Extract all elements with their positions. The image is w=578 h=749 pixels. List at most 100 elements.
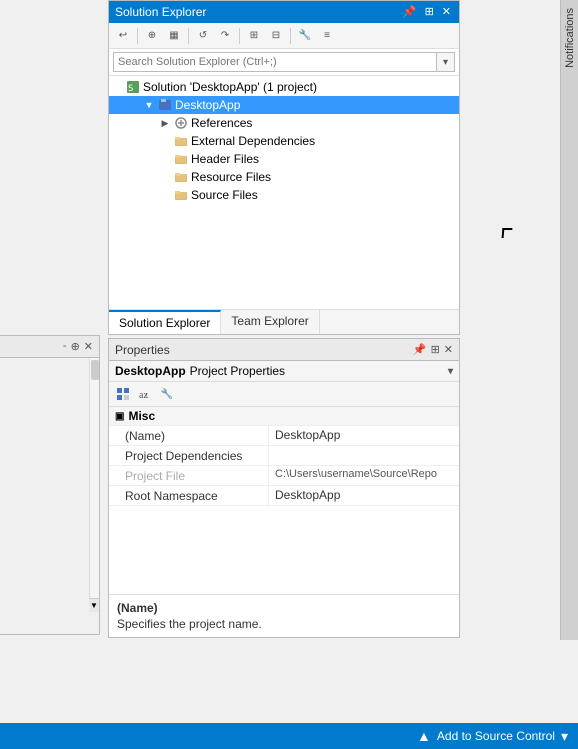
solution-icon: S <box>125 79 141 95</box>
filter-button[interactable]: ⊟ <box>266 26 286 46</box>
props-pin-btn[interactable]: 📌 <box>413 343 427 356</box>
properties-titlebar-btns: 📌 ⊞ ✕ <box>413 343 453 356</box>
solution-explorer-tabs: Solution Explorer Team Explorer <box>109 309 459 334</box>
prop-value-name: DesktopApp <box>269 426 459 445</box>
misc-collapse-icon[interactable]: ▣ <box>115 411 124 422</box>
prop-desc-title: (Name) <box>117 601 451 615</box>
left-panel: - ⊕ ✕ ▲ ▼ <box>0 335 100 635</box>
source-files-label: Source Files <box>191 188 258 202</box>
alphabetical-view-btn[interactable]: az ↕ <box>135 384 155 404</box>
solution-explorer-title: Solution Explorer <box>115 5 401 19</box>
prop-desc-text: Specifies the project name. <box>117 617 451 631</box>
search-input[interactable] <box>113 52 437 72</box>
close-button[interactable]: ✕ <box>440 7 453 18</box>
misc-section-header: ▣ Misc <box>109 407 459 426</box>
external-deps-expander <box>157 133 173 149</box>
resource-files-label: Resource Files <box>191 170 271 184</box>
project-icon <box>157 97 173 113</box>
tab-solution-explorer[interactable]: Solution Explorer <box>109 310 221 334</box>
prop-value-file: C:\Users\username\Source\Repo <box>269 466 459 485</box>
scrollbar-thumb[interactable] <box>91 360 99 380</box>
toolbar-sep-1 <box>137 28 138 44</box>
references-icon <box>173 115 189 131</box>
prop-name-label-namespace: Root Namespace <box>109 486 269 505</box>
pin-button[interactable]: 📌 <box>401 7 419 18</box>
props-dock-btn[interactable]: ⊞ <box>431 343 440 356</box>
status-arrow-up: ▲ <box>417 728 431 744</box>
properties-title: Properties <box>115 343 170 357</box>
properties-dropdown-arrow[interactable]: ▾ <box>448 366 453 377</box>
prop-value-deps <box>269 446 459 465</box>
search-icon-btn[interactable]: ▾ <box>437 52 455 72</box>
settings-button[interactable]: 🔧 <box>295 26 315 46</box>
titlebar-buttons: 📌 ⊞ ✕ <box>401 7 453 18</box>
resource-files-expander <box>157 169 173 185</box>
refresh-button[interactable]: ↩ <box>113 26 133 46</box>
left-panel-pin-btn[interactable]: ⊕ <box>71 340 80 353</box>
resource-files-node[interactable]: Resource Files <box>109 168 459 186</box>
scroll-down-btn[interactable]: ▼ <box>89 598 99 612</box>
solution-explorer-panel: Solution Explorer 📌 ⊞ ✕ ↩ ⊕ ▦ ↺ ↷ ⊞ ⊟ 🔧 … <box>108 0 460 335</box>
add-source-label[interactable]: Add to Source Control <box>437 729 555 743</box>
toolbar-sep-4 <box>290 28 291 44</box>
prop-value-namespace: DesktopApp <box>269 486 459 505</box>
source-files-node[interactable]: Source Files <box>109 186 459 204</box>
prop-row-name[interactable]: (Name) DesktopApp <box>109 426 459 446</box>
notifications-sidebar: Notifications <box>560 0 578 640</box>
project-expander[interactable]: ▼ <box>141 97 157 113</box>
prop-name-label-file: Project File <box>109 466 269 485</box>
external-deps-node[interactable]: External Dependencies <box>109 132 459 150</box>
references-expander[interactable]: ▶ <box>157 115 173 131</box>
solution-explorer-titlebar: Solution Explorer 📌 ⊞ ✕ <box>109 1 459 23</box>
misc-section-label: Misc <box>128 409 155 423</box>
left-scrollbar <box>89 358 99 612</box>
header-files-node[interactable]: Header Files <box>109 150 459 168</box>
props-close-btn[interactable]: ✕ <box>444 343 453 356</box>
property-pages-btn[interactable]: 🔧 <box>157 384 177 404</box>
header-files-folder-icon <box>173 151 189 167</box>
status-bar-content: ▲ Add to Source Control ▾ <box>417 728 568 745</box>
solution-node[interactable]: S Solution 'DesktopApp' (1 project) <box>109 78 459 96</box>
project-label: DesktopApp <box>175 98 240 112</box>
project-node[interactable]: ▼ DesktopApp <box>109 96 459 114</box>
undo-button[interactable]: ↺ <box>193 26 213 46</box>
redo-button[interactable]: ↷ <box>215 26 235 46</box>
references-node[interactable]: ▶ References <box>109 114 459 132</box>
left-panel-close-btn[interactable]: ✕ <box>84 340 93 353</box>
status-arrow-down: ▾ <box>561 728 568 745</box>
properties-titlebar: Properties 📌 ⊞ ✕ <box>109 339 459 361</box>
prop-row-file[interactable]: Project File C:\Users\username\Source\Re… <box>109 466 459 486</box>
solution-tree: S Solution 'DesktopApp' (1 project) ▼ De… <box>109 76 459 309</box>
resource-files-folder-icon <box>173 169 189 185</box>
header-files-expander <box>157 151 173 167</box>
external-deps-label: External Dependencies <box>191 134 315 148</box>
header-files-label: Header Files <box>191 152 259 166</box>
svg-text:S: S <box>128 84 133 94</box>
categorized-view-btn[interactable] <box>113 384 133 404</box>
props-button[interactable]: ⊞ <box>244 26 264 46</box>
notifications-label: Notifications <box>564 8 576 68</box>
prop-row-namespace[interactable]: Root Namespace DesktopApp <box>109 486 459 506</box>
left-panel-titlebar-btns: - ⊕ ✕ <box>63 340 93 353</box>
props-spacer <box>109 506 459 594</box>
toolbar-sep-3 <box>239 28 240 44</box>
search-bar: ▾ <box>109 49 459 76</box>
left-panel-titlebar: - ⊕ ✕ <box>0 336 99 358</box>
show-all-files-button[interactable]: ⊕ <box>142 26 162 46</box>
dock-button[interactable]: ⊞ <box>423 7 436 18</box>
tab-team-explorer[interactable]: Team Explorer <box>221 310 319 334</box>
properties-toolbar: az ↕ 🔧 <box>109 382 459 407</box>
menu-button[interactable]: ≡ <box>317 26 337 46</box>
properties-project-header: DesktopApp Project Properties ▾ <box>109 361 459 382</box>
collapse-button[interactable]: ▦ <box>164 26 184 46</box>
properties-project-name: DesktopApp <box>115 364 186 378</box>
prop-row-deps[interactable]: Project Dependencies <box>109 446 459 466</box>
prop-name-label-deps: Project Dependencies <box>109 446 269 465</box>
solution-label: Solution 'DesktopApp' (1 project) <box>143 80 317 94</box>
properties-description: (Name) Specifies the project name. <box>109 594 459 637</box>
toolbar-sep-2 <box>188 28 189 44</box>
properties-project-props: Project Properties <box>190 364 285 378</box>
references-label: References <box>191 116 252 130</box>
source-files-folder-icon <box>173 187 189 203</box>
left-panel-min-btn[interactable]: - <box>63 340 67 353</box>
